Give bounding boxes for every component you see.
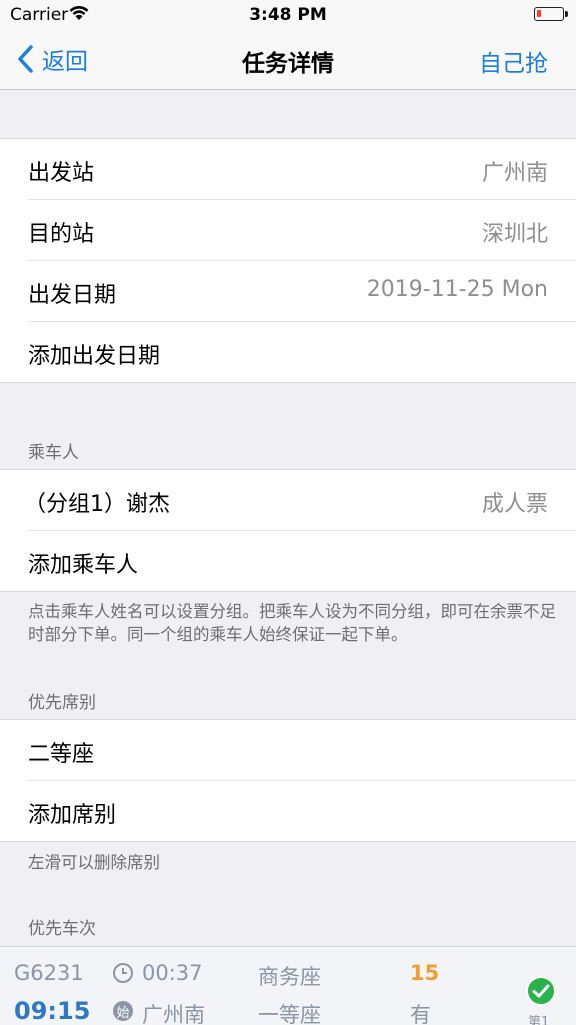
- row-label: 目的站: [28, 222, 95, 247]
- passenger-section-header: 乘车人: [28, 443, 79, 463]
- passenger-section-footer: 点击乘车人姓名可以设置分组。把乘车人设为不同分组，即可在余票不足时部分下单。同一…: [28, 602, 556, 644]
- depart-time: 09:15: [14, 997, 91, 1025]
- row-label: 添加乘车人: [28, 553, 139, 578]
- row-label: 添加席别: [28, 803, 117, 828]
- seat-row[interactable]: 二等座: [28, 720, 576, 781]
- checkmark-icon[interactable]: [526, 976, 556, 1006]
- ticket-type: 成人票: [481, 492, 548, 517]
- status-time: 3:48 PM: [249, 5, 327, 25]
- passenger-group: （分组1）谢杰 成人票 添加乘车人: [0, 469, 576, 592]
- train-card[interactable]: G6231 00:37 商务座 15 09:15 始 广州南 一等座 有 第1: [0, 946, 576, 1025]
- battery-icon: [534, 7, 568, 21]
- add-departure-date-row[interactable]: 添加出发日期: [28, 322, 576, 382]
- seat-type-1: 商务座: [258, 965, 321, 989]
- row-label: 出发日期: [28, 283, 117, 308]
- train-number: G6231: [14, 961, 84, 985]
- status-bar: Carrier 3:48 PM: [0, 0, 576, 30]
- departure-station-row[interactable]: 出发站 广州南: [28, 139, 576, 200]
- clock-icon: [113, 963, 133, 983]
- train-order-label: 第1: [528, 1015, 550, 1025]
- station-name: 广州南: [142, 1003, 205, 1025]
- grab-self-button[interactable]: 自己抢: [479, 44, 548, 78]
- departure-date-row[interactable]: 出发日期 2019-11-25 Mon: [28, 261, 576, 322]
- row-value: 2019-11-25 Mon: [366, 277, 548, 302]
- seat-section-header: 优先席别: [28, 693, 96, 713]
- navigation-bar: 返回 任务详情 自己抢: [0, 30, 576, 90]
- row-value: 深圳北: [481, 222, 548, 247]
- travel-duration: 00:37: [142, 961, 203, 985]
- add-passenger-row[interactable]: 添加乘车人: [28, 531, 576, 591]
- row-value: 广州南: [481, 161, 548, 186]
- seat-section-footer: 左滑可以删除席别: [28, 853, 160, 872]
- seat-count-1: 15: [410, 961, 440, 985]
- seat-group: 二等座 添加席别: [0, 719, 576, 842]
- passenger-row[interactable]: （分组1）谢杰 成人票: [24, 470, 576, 531]
- row-label: 二等座: [28, 742, 95, 767]
- add-seat-row[interactable]: 添加席别: [28, 781, 576, 841]
- destination-station-row[interactable]: 目的站 深圳北: [28, 200, 576, 261]
- passenger-name: （分组1）谢杰: [24, 492, 170, 517]
- row-label: 添加出发日期: [28, 344, 161, 369]
- route-group: 出发站 广州南 目的站 深圳北 出发日期 2019-11-25 Mon 添加出发…: [0, 138, 576, 383]
- seat-type-2: 一等座: [258, 1003, 321, 1025]
- train-section-header: 优先车次: [28, 919, 96, 939]
- row-label: 出发站: [28, 161, 95, 186]
- start-badge-label: 始: [116, 1006, 130, 1021]
- seat-count-2: 有: [410, 1003, 431, 1025]
